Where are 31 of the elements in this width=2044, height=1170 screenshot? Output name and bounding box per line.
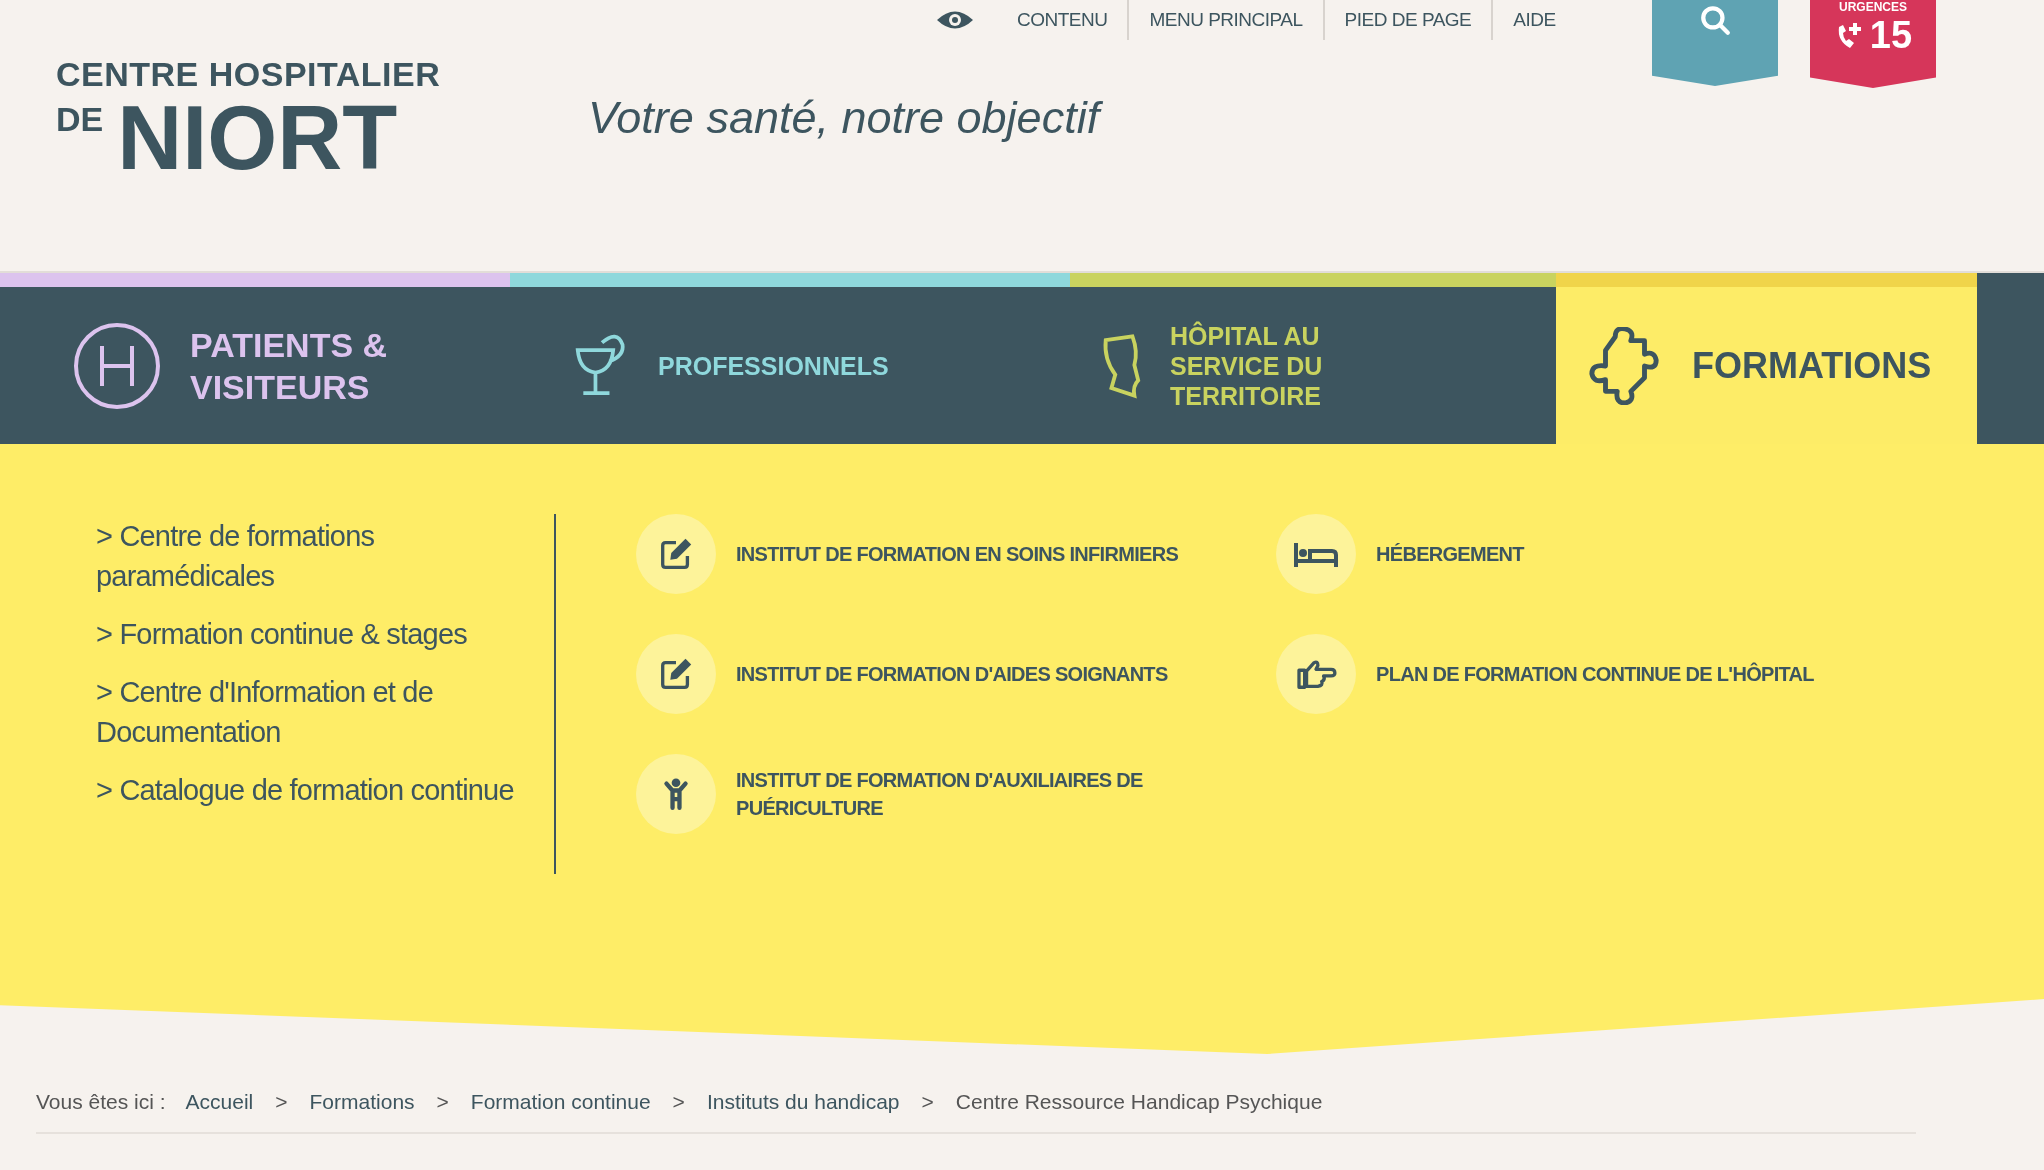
breadcrumb-separator: >	[275, 1090, 288, 1114]
breadcrumb-label: Vous êtes ici :	[36, 1090, 166, 1114]
search-button[interactable]	[1652, 0, 1778, 86]
institute-link[interactable]: PLAN DE FORMATION CONTINUE DE L'HÔPITAL	[1276, 634, 1996, 714]
submenu-link[interactable]: > Centre d'Information et de Documentation	[96, 672, 536, 752]
institute-link[interactable]: INSTITUT DE FORMATION D'AUXILIAIRES DE PUÉRICULTURE	[636, 754, 1276, 834]
emergency-number: 15	[1869, 14, 1913, 57]
person-icon	[663, 776, 689, 812]
access-link[interactable]: PIED DE PAGE	[1322, 0, 1492, 40]
breadcrumb-current: Centre Ressource Handicap Psychique	[955, 1090, 1323, 1114]
breadcrumb-link[interactable]: Accueil	[185, 1090, 254, 1114]
breadcrumb-separator: >	[436, 1090, 449, 1114]
access-link[interactable]: AIDE	[1491, 0, 1576, 40]
institute-link[interactable]: HÉBERGEMENT	[1276, 514, 1996, 594]
breadcrumb-separator: >	[921, 1090, 934, 1114]
institute-link[interactable]: INSTITUT DE FORMATION EN SOINS INFIRMIERS	[636, 514, 1276, 594]
submenu-link[interactable]: > Centre de formations paramédicales	[96, 516, 536, 596]
access-link[interactable]: MENU PRINCIPAL	[1127, 0, 1323, 40]
search-icon	[1699, 4, 1731, 36]
emergency-badge[interactable]: URGENCES 15	[1810, 0, 1936, 88]
submenu-link[interactable]: > Catalogue de formation continue	[96, 770, 536, 810]
emergency-label: URGENCES	[1839, 0, 1907, 14]
breadcrumb-link[interactable]: Formation continue	[470, 1090, 651, 1114]
submenu-link[interactable]: > Formation continue & stages	[96, 614, 536, 654]
breadcrumb-link[interactable]: Instituts du handicap	[706, 1090, 900, 1114]
nav-tab[interactable]: FORMATIONS	[1556, 273, 1977, 444]
breadcrumb-separator: >	[672, 1090, 685, 1114]
access-link[interactable]: CONTENU	[997, 0, 1128, 40]
institute-link[interactable]: INSTITUT DE FORMATION D'AIDES SOIGNANTS	[636, 634, 1276, 714]
hospital-h-icon	[72, 320, 162, 411]
breadcrumb-link[interactable]: Formations	[309, 1090, 415, 1114]
